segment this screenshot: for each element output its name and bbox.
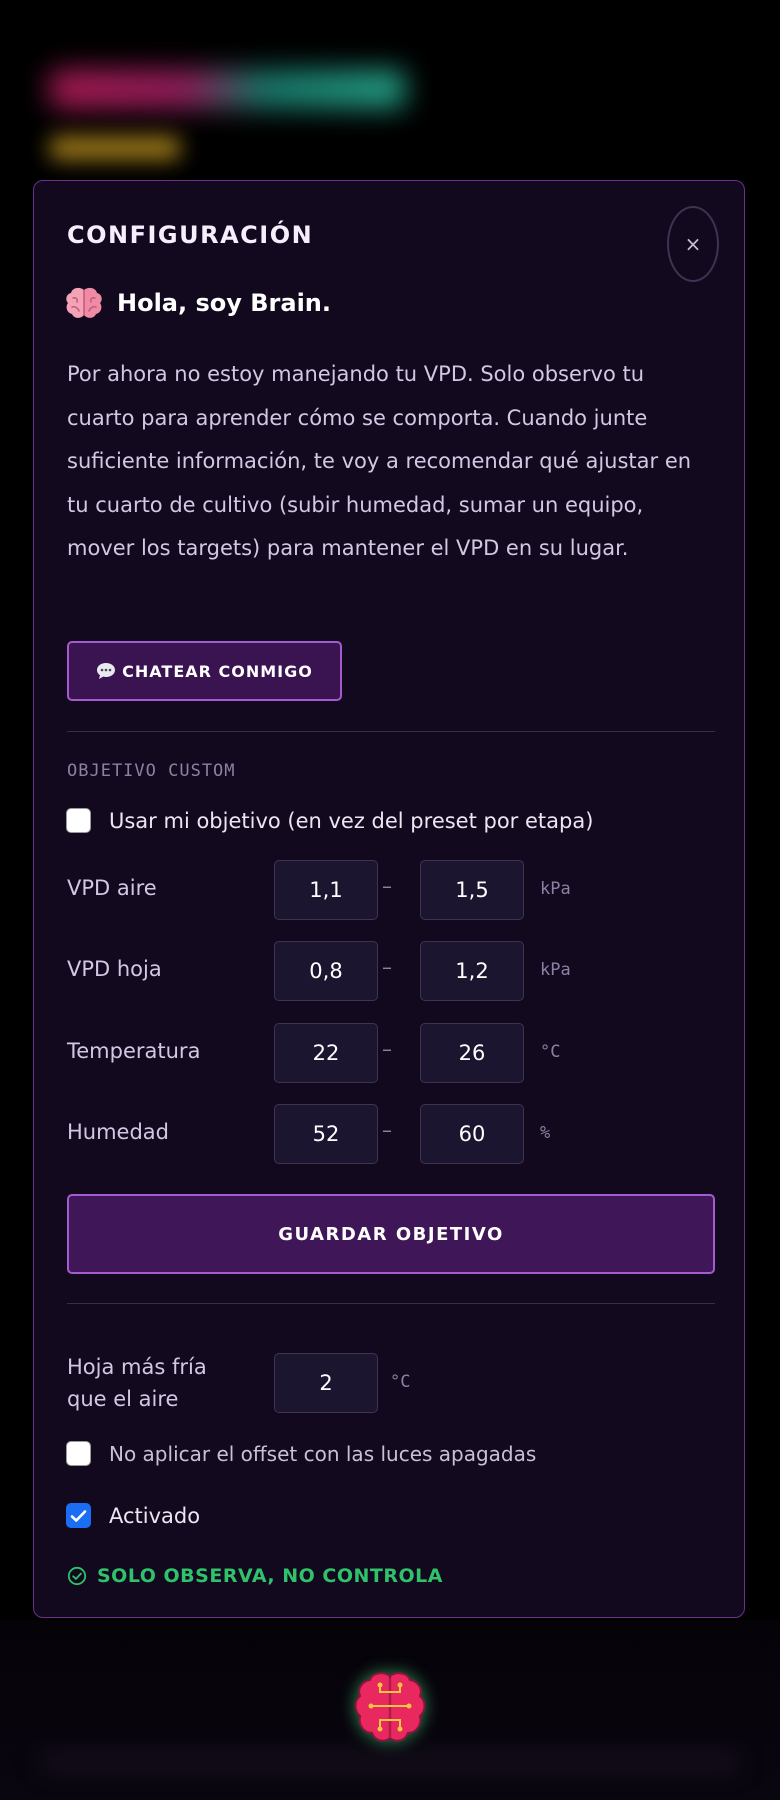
range-separator: –	[382, 1118, 392, 1142]
chat-button[interactable]: CHATEAR CONMIGO	[67, 641, 342, 701]
check-circle-icon	[67, 1566, 87, 1586]
use-custom-target-label: Usar mi objetivo (en vez del preset por …	[109, 808, 594, 833]
divider	[67, 1303, 715, 1304]
save-target-button[interactable]: GUARDAR OBJETIVO	[67, 1194, 715, 1274]
unit-label: kPa	[540, 960, 571, 980]
brain-icon	[66, 287, 102, 318]
temperature-min-input[interactable]	[274, 1023, 378, 1083]
lights-off-label: No aplicar el offset con las luces apaga…	[109, 1441, 537, 1466]
section-label-custom-target: OBJETIVO CUSTOM	[67, 761, 236, 781]
vpd-leaf-max-input[interactable]	[420, 941, 524, 1001]
brain-greeting: Hola, soy Brain.	[65, 286, 331, 320]
close-button[interactable]: ×	[667, 206, 719, 282]
range-separator: –	[382, 955, 392, 979]
lights-off-checkbox-row[interactable]: No aplicar el offset con las luces apaga…	[66, 1441, 536, 1466]
enabled-checkbox[interactable]	[66, 1503, 91, 1528]
vpd-leaf-min-input[interactable]	[274, 941, 378, 1001]
unit-label: kPa	[540, 879, 571, 899]
range-label-humidity: Humedad	[67, 1120, 170, 1144]
range-row-vpd-air: VPD aire – kPa	[67, 860, 715, 920]
status-text: SOLO OBSERVA, NO CONTROLA	[97, 1565, 443, 1587]
status-badge: SOLO OBSERVA, NO CONTROLA	[67, 1565, 443, 1587]
leaf-offset-input[interactable]	[274, 1353, 378, 1413]
temperature-max-input[interactable]	[420, 1023, 524, 1083]
range-label-vpd-air: VPD aire	[67, 876, 157, 900]
humidity-min-input[interactable]	[274, 1104, 378, 1164]
brain-assistant-button[interactable]	[350, 1670, 430, 1746]
brain-intro-text: Por ahora no estoy manejando tu VPD. Sol…	[67, 362, 692, 560]
use-custom-target-checkbox[interactable]	[66, 808, 91, 833]
range-separator: –	[382, 1037, 392, 1061]
leaf-offset-label: Hoja más fría que el aire	[67, 1355, 207, 1411]
vpd-air-min-input[interactable]	[274, 860, 378, 920]
range-separator: –	[382, 874, 392, 898]
humidity-max-input[interactable]	[420, 1104, 524, 1164]
vpd-air-max-input[interactable]	[420, 860, 524, 920]
range-label-temperature: Temperatura	[67, 1039, 201, 1063]
divider	[67, 731, 715, 732]
enabled-label: Activado	[109, 1503, 201, 1528]
background-title-blurred	[50, 70, 405, 108]
leaf-offset-unit: °C	[390, 1372, 411, 1392]
use-custom-target-checkbox-row[interactable]: Usar mi objetivo (en vez del preset por …	[66, 808, 593, 833]
chat-button-label: CHATEAR CONMIGO	[122, 661, 313, 681]
range-row-vpd-leaf: VPD hoja – kPa	[67, 941, 715, 1001]
range-row-humidity: Humedad – %	[67, 1104, 715, 1164]
greeting-text: Hola, soy Brain.	[117, 289, 331, 317]
background-footer-blurred	[40, 1755, 740, 1769]
speech-bubble-icon	[97, 663, 116, 679]
range-row-temperature: Temperatura – °C	[67, 1023, 715, 1083]
settings-panel: Configuración × Hola, soy Brain. Por aho…	[33, 180, 745, 1618]
panel-title: Configuración	[67, 221, 314, 249]
enabled-checkbox-row[interactable]: Activado	[66, 1503, 200, 1528]
unit-label: %	[540, 1123, 551, 1143]
range-label-vpd-leaf: VPD hoja	[67, 957, 162, 981]
checkmark-icon	[70, 1509, 87, 1522]
lights-off-checkbox[interactable]	[66, 1441, 91, 1466]
background-subtitle-blurred	[50, 137, 180, 159]
unit-label: °C	[540, 1042, 561, 1062]
